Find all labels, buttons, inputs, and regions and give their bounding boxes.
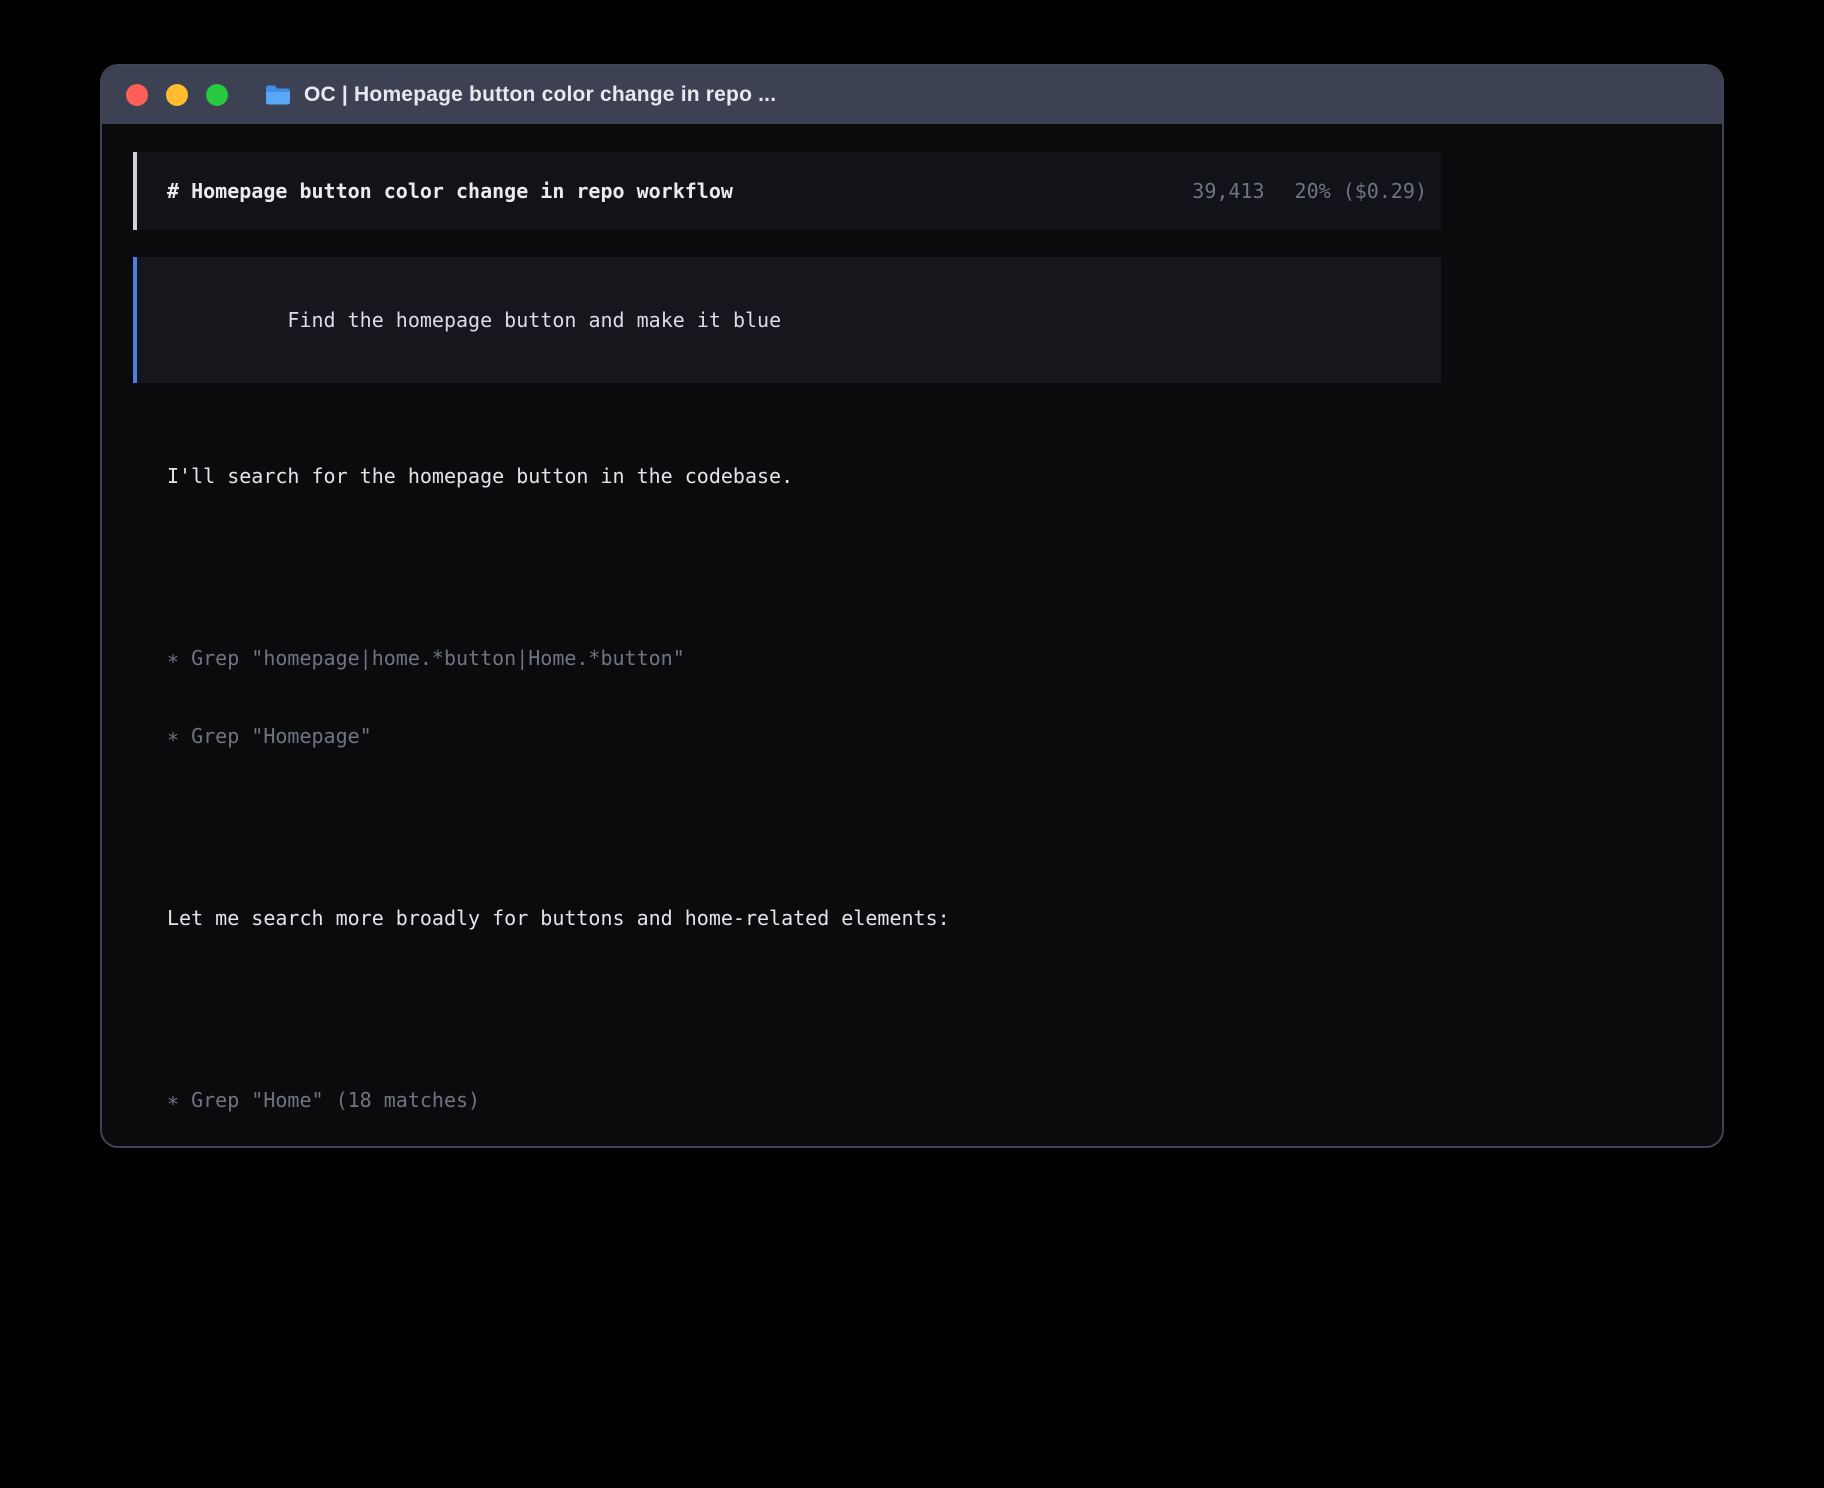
close-button[interactable] [126,84,148,106]
window-title: OC | Homepage button color change in rep… [304,83,776,107]
terminal-window: OC | Homepage button color change in rep… [100,64,1724,1148]
assistant-text: I'll search for the homepage button in t… [167,463,1441,489]
user-message-text: Find the homepage button and make it blu… [287,308,781,332]
assistant-response: I'll search for the homepage button in t… [133,411,1441,1148]
tool-call-grep: ∗ Grep "Homepage" [167,723,1441,749]
session-stats: 39,413 20% ($0.29) [1192,178,1427,204]
tool-call-grep: ∗ Grep "homepage|home.*button|Home.*butt… [167,645,1441,671]
folder-icon [264,83,292,107]
window-titlebar[interactable]: OC | Homepage button color change in rep… [102,66,1722,124]
context-usage: 20% ($0.29) [1295,179,1427,203]
tool-call-group: ∗ Grep "homepage|home.*button|Home.*butt… [167,593,1441,801]
tool-call-group: ∗ Grep "Home" (18 matches) ∗ Glob "**/*.… [167,1035,1441,1148]
tool-call-grep: ∗ Grep "Home" (18 matches) [167,1087,1441,1113]
chat-column: # Homepage button color change in repo w… [133,152,1441,1148]
session-header: # Homepage button color change in repo w… [133,152,1441,230]
session-title: # Homepage button color change in repo w… [167,178,733,204]
token-count: 39,413 [1192,179,1264,203]
window-controls [118,84,228,106]
assistant-text: Let me search more broadly for buttons a… [167,905,1441,931]
user-message: Find the homepage button and make it blu… [133,257,1441,383]
desktop-background: OC | Homepage button color change in rep… [0,0,1824,1488]
zoom-button[interactable] [206,84,228,106]
minimize-button[interactable] [166,84,188,106]
terminal-content: # Homepage button color change in repo w… [102,124,1722,1146]
